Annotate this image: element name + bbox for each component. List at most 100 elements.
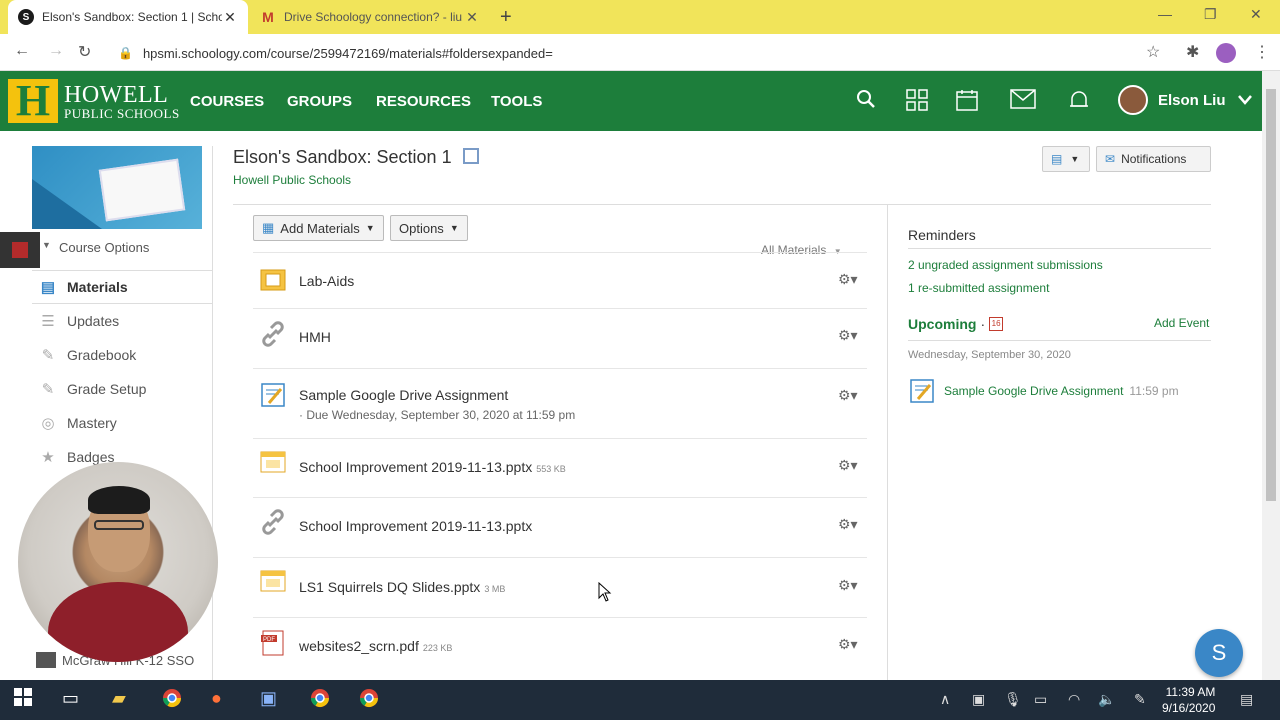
file-size: 3 MB	[484, 584, 506, 594]
screen-recorder-icon[interactable]: ▣	[260, 688, 277, 709]
list-item[interactable]: Lab-Aids ⚙▾	[253, 253, 867, 309]
reminder-link[interactable]: 2 ungraded assignment submissions	[908, 258, 1103, 272]
gear-icon[interactable]: ⚙▾	[838, 577, 858, 594]
webcam-overlay	[18, 462, 218, 662]
course-info-icon[interactable]	[462, 148, 479, 164]
profile-avatar[interactable]	[1216, 43, 1236, 63]
task-view-icon[interactable]: ▭	[62, 688, 79, 709]
course-view-dropdown[interactable]: ▤ ▼	[1042, 146, 1090, 172]
apps-grid-icon[interactable]	[906, 89, 928, 117]
chrome-window-icon[interactable]	[310, 688, 330, 713]
gear-icon[interactable]: ⚙▾	[838, 636, 858, 653]
material-name[interactable]: Sample Google Drive Assignment	[299, 387, 508, 403]
battery-icon[interactable]: ▭	[1034, 691, 1047, 708]
due-date: · Due Wednesday, September 30, 2020 at 1…	[299, 408, 576, 422]
reminders-divider	[908, 248, 1211, 249]
course-title: Elson's Sandbox: Section 1	[233, 147, 452, 167]
forward-icon[interactable]: →	[48, 42, 64, 60]
chevron-up-icon[interactable]: ∧	[940, 691, 950, 708]
chat-support-button[interactable]: S	[1195, 629, 1243, 677]
url-input[interactable]: 🔒 hpsmi.schoology.com/course/2599472169/…	[108, 39, 1178, 67]
lock-icon: 🔒	[118, 46, 133, 60]
assignment-icon	[258, 380, 288, 410]
reload-icon[interactable]: ↻	[78, 42, 91, 62]
tab-schoology[interactable]: S Elson's Sandbox: Section 1 | Scho ✕	[8, 0, 248, 34]
user-menu[interactable]: Elson Liu	[1118, 85, 1252, 115]
back-icon[interactable]: ←	[14, 42, 30, 60]
gear-icon[interactable]: ⚙▾	[838, 327, 858, 344]
material-name[interactable]: LS1 Squirrels DQ Slides.pptx 3 MB	[299, 579, 505, 595]
sidebar-item-updates[interactable]: ☰ Updates	[32, 304, 212, 338]
sidebar-item-label: Grade Setup	[67, 381, 147, 397]
sidebar-item-mastery[interactable]: ◎ Mastery	[32, 406, 212, 440]
microphone-icon[interactable]: 🎙	[1004, 691, 1022, 708]
gear-icon[interactable]: ⚙▾	[838, 457, 858, 474]
add-event-link[interactable]: Add Event	[1154, 316, 1209, 330]
pen-icon[interactable]: ✎	[1134, 691, 1146, 708]
minimize-icon[interactable]: —	[1158, 6, 1172, 22]
windows-start-icon[interactable]	[14, 688, 32, 711]
upcoming-item[interactable]: Sample Google Drive Assignment 11:59 pm	[908, 377, 1179, 405]
notifications-button[interactable]: ✉ Notifications	[1096, 146, 1211, 172]
reminder-link[interactable]: 1 re-submitted assignment	[908, 281, 1049, 295]
nav-courses[interactable]: COURSES	[190, 93, 264, 110]
extensions-icon[interactable]: ✱	[1186, 42, 1199, 62]
notifications-bell-icon[interactable]	[1068, 89, 1090, 117]
gear-icon[interactable]: ⚙▾	[838, 387, 858, 404]
nav-tools[interactable]: TOOLS	[491, 93, 542, 110]
new-tab-icon[interactable]: +	[500, 6, 512, 29]
list-item[interactable]: School Improvement 2019-11-13.pptx 553 KB…	[253, 439, 867, 498]
materials-icon: ▤	[40, 279, 56, 296]
restore-icon[interactable]: ❐	[1204, 6, 1217, 23]
tab-title: Elson's Sandbox: Section 1 | Scho	[42, 10, 222, 24]
material-name[interactable]: Lab-Aids	[299, 273, 354, 289]
page-scrollbar[interactable]	[1262, 71, 1280, 680]
add-materials-button[interactable]: ▦ Add Materials ▼	[253, 215, 384, 241]
menu-dots-icon[interactable]: ⋮	[1254, 42, 1270, 62]
material-name[interactable]: HMH	[299, 329, 331, 345]
list-item[interactable]: Sample Google Drive Assignment · Due Wed…	[253, 369, 867, 439]
reminders-heading: Reminders	[908, 227, 976, 243]
caret-down-icon: ▼	[365, 223, 375, 233]
schoology-favicon-icon: S	[18, 9, 34, 25]
tab-gmail[interactable]: M Drive Schoology connection? - liu ✕	[250, 0, 490, 34]
gear-icon[interactable]: ⚙▾	[838, 271, 858, 288]
close-tab-icon[interactable]: ✕	[222, 9, 238, 26]
course-options-menu[interactable]: ▼ Course Options	[32, 238, 212, 268]
search-icon[interactable]	[856, 89, 876, 115]
close-tab-icon[interactable]: ✕	[464, 9, 480, 26]
scrollbar-thumb[interactable]	[1266, 89, 1276, 501]
mail-icon[interactable]	[1010, 89, 1036, 115]
list-item[interactable]: LS1 Squirrels DQ Slides.pptx 3 MB ⚙▾	[253, 558, 867, 618]
firefox-icon[interactable]: ●	[211, 688, 222, 709]
action-center-icon[interactable]: ▤	[1240, 691, 1253, 708]
nav-groups[interactable]: GROUPS	[287, 93, 352, 110]
material-name[interactable]: websites2_scrn.pdf 223 KB	[299, 638, 452, 654]
options-button[interactable]: Options ▼	[390, 215, 468, 241]
list-item[interactable]: School Improvement 2019-11-13.pptx ⚙▾	[253, 498, 867, 558]
chrome-window-icon[interactable]	[359, 688, 379, 713]
wifi-icon[interactable]: ◠	[1068, 691, 1080, 708]
file-explorer-icon[interactable]: ▰	[112, 688, 126, 709]
volume-icon[interactable]: 🔈	[1098, 691, 1115, 708]
material-name[interactable]: School Improvement 2019-11-13.pptx 553 KB	[299, 459, 566, 475]
nav-resources[interactable]: RESOURCES	[376, 93, 471, 110]
clock-time: 11:39 AM	[1165, 685, 1216, 699]
list-item[interactable]: HMH ⚙▾	[253, 309, 867, 369]
gmail-favicon-icon: M	[262, 9, 274, 25]
close-window-icon[interactable]: ✕	[1250, 6, 1262, 23]
sidebar-item-grade-setup[interactable]: ✎ Grade Setup	[32, 372, 212, 406]
school-link[interactable]: Howell Public Schools	[233, 173, 351, 187]
sidebar-item-gradebook[interactable]: ✎ Gradebook	[32, 338, 212, 372]
material-name[interactable]: School Improvement 2019-11-13.pptx	[299, 518, 532, 534]
star-icon[interactable]: ☆	[1146, 42, 1160, 62]
calendar-icon[interactable]	[956, 89, 978, 117]
chrome-icon[interactable]	[162, 688, 182, 713]
sidebar-item-materials[interactable]: ▤ Materials	[32, 270, 212, 304]
howell-logo[interactable]: H HOWELL PUBLIC SCHOOLS	[8, 79, 180, 123]
tray-app-icon[interactable]: ▣	[972, 691, 985, 708]
calendar-icon[interactable]: 16	[989, 317, 1004, 331]
system-clock[interactable]: 11:39 AM 9/16/2020	[1162, 684, 1215, 716]
gear-icon[interactable]: ⚙▾	[838, 516, 858, 533]
list-item[interactable]: PDF websites2_scrn.pdf 223 KB ⚙▾	[253, 618, 867, 680]
